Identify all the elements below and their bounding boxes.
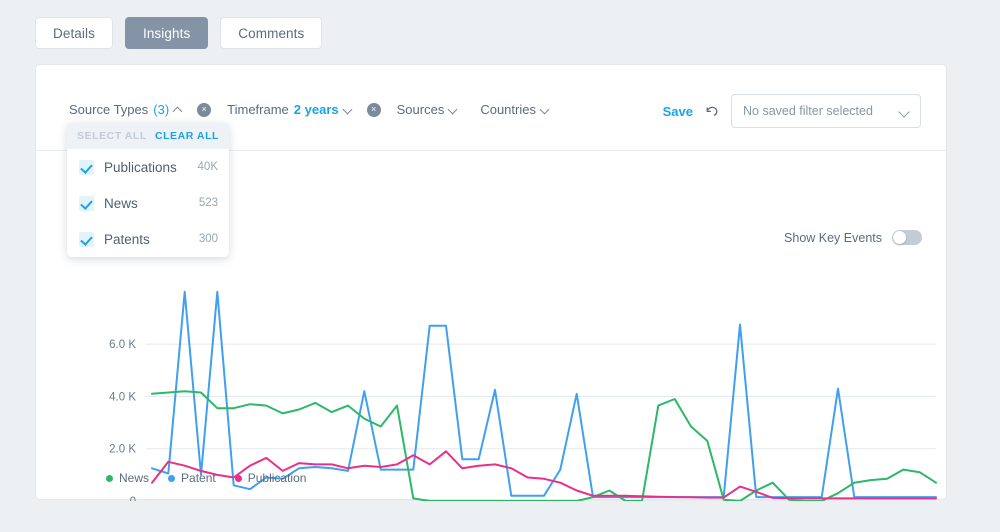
checkbox-checked-icon[interactable]: [79, 195, 94, 211]
legend-item-news[interactable]: News: [106, 471, 149, 485]
filter-source-types[interactable]: Source Types (3): [69, 102, 183, 117]
filter-source-types-count: (3): [153, 102, 170, 117]
dropdown-header: SELECT ALL CLEAR ALL: [67, 123, 229, 149]
legend-label: Publication: [247, 471, 307, 485]
tab-comments[interactable]: Comments: [220, 17, 323, 49]
chevron-down-icon: [541, 104, 550, 113]
save-group: Save No saved filter selected: [663, 94, 921, 128]
clear-source-types-button[interactable]: ×: [197, 102, 212, 117]
legend-item-patent[interactable]: Patent: [168, 471, 216, 485]
undo-arrow-icon[interactable]: [704, 103, 720, 119]
filter-timeframe-label: Timeframe: [227, 102, 289, 117]
chevron-down-icon: [344, 104, 353, 113]
tab-details[interactable]: Details: [35, 17, 113, 49]
y-axis-tick-label: 0: [130, 496, 136, 501]
saved-filter-value: No saved filter selected: [743, 104, 873, 118]
chevron-up-icon: [174, 104, 183, 113]
filter-sources-label: Sources: [396, 102, 445, 117]
dropdown-item-news[interactable]: News 523: [67, 185, 229, 221]
legend-color-swatch: [106, 474, 113, 482]
chart-legend: News Patent Publication: [106, 471, 306, 485]
filter-group: Source Types (3) × Timeframe 2 years × S…: [69, 102, 564, 117]
filter-countries-label: Countries: [480, 102, 536, 117]
dropdown-item-label: Patents: [104, 231, 150, 247]
filter-sources[interactable]: Sources: [397, 102, 459, 117]
y-axis-tick-label: 6.0 K: [109, 339, 136, 351]
checkbox-checked-icon[interactable]: [79, 159, 94, 175]
dropdown-item-patents[interactable]: Patents 300: [67, 221, 229, 257]
source-types-dropdown: SELECT ALL CLEAR ALL Publications 40K Ne…: [67, 123, 229, 257]
clear-timeframe-button[interactable]: ×: [366, 102, 381, 117]
checkbox-checked-icon[interactable]: [79, 231, 94, 247]
close-icon: ×: [370, 104, 377, 114]
dropdown-item-count: 40K: [197, 161, 218, 173]
clear-all-button[interactable]: CLEAR ALL: [155, 130, 219, 142]
legend-item-publication[interactable]: Publication: [234, 471, 307, 485]
save-button[interactable]: Save: [663, 104, 693, 119]
legend-color-swatch: [168, 474, 176, 482]
dropdown-item-label: Publications: [104, 159, 177, 175]
close-icon: ×: [201, 104, 207, 114]
tab-strip: Details Insights Comments: [35, 17, 323, 49]
filter-countries[interactable]: Countries: [480, 102, 550, 117]
series-line-patent: [151, 290, 937, 499]
filter-source-types-label: Source Types: [69, 102, 149, 117]
dropdown-item-publications[interactable]: Publications 40K: [67, 149, 229, 185]
filter-timeframe-value: 2 years: [293, 102, 339, 117]
chevron-down-icon: [900, 106, 909, 115]
select-all-button[interactable]: SELECT ALL: [77, 130, 147, 142]
insights-card: Source Types (3) × Timeframe 2 years × S…: [35, 64, 947, 501]
dropdown-item-label: News: [104, 195, 138, 211]
chevron-down-icon: [449, 104, 458, 113]
saved-filter-select[interactable]: No saved filter selected: [731, 94, 921, 128]
filter-timeframe[interactable]: Timeframe 2 years: [227, 102, 352, 117]
legend-label: News: [119, 471, 150, 485]
tab-insights[interactable]: Insights: [124, 17, 209, 49]
y-axis-tick-label: 4.0 K: [109, 391, 136, 403]
legend-color-swatch: [234, 474, 242, 482]
y-axis-tick-label: 2.0 K: [109, 444, 136, 456]
dropdown-item-count: 300: [198, 233, 218, 245]
legend-label: Patent: [181, 471, 216, 485]
dropdown-item-count: 523: [198, 197, 218, 209]
